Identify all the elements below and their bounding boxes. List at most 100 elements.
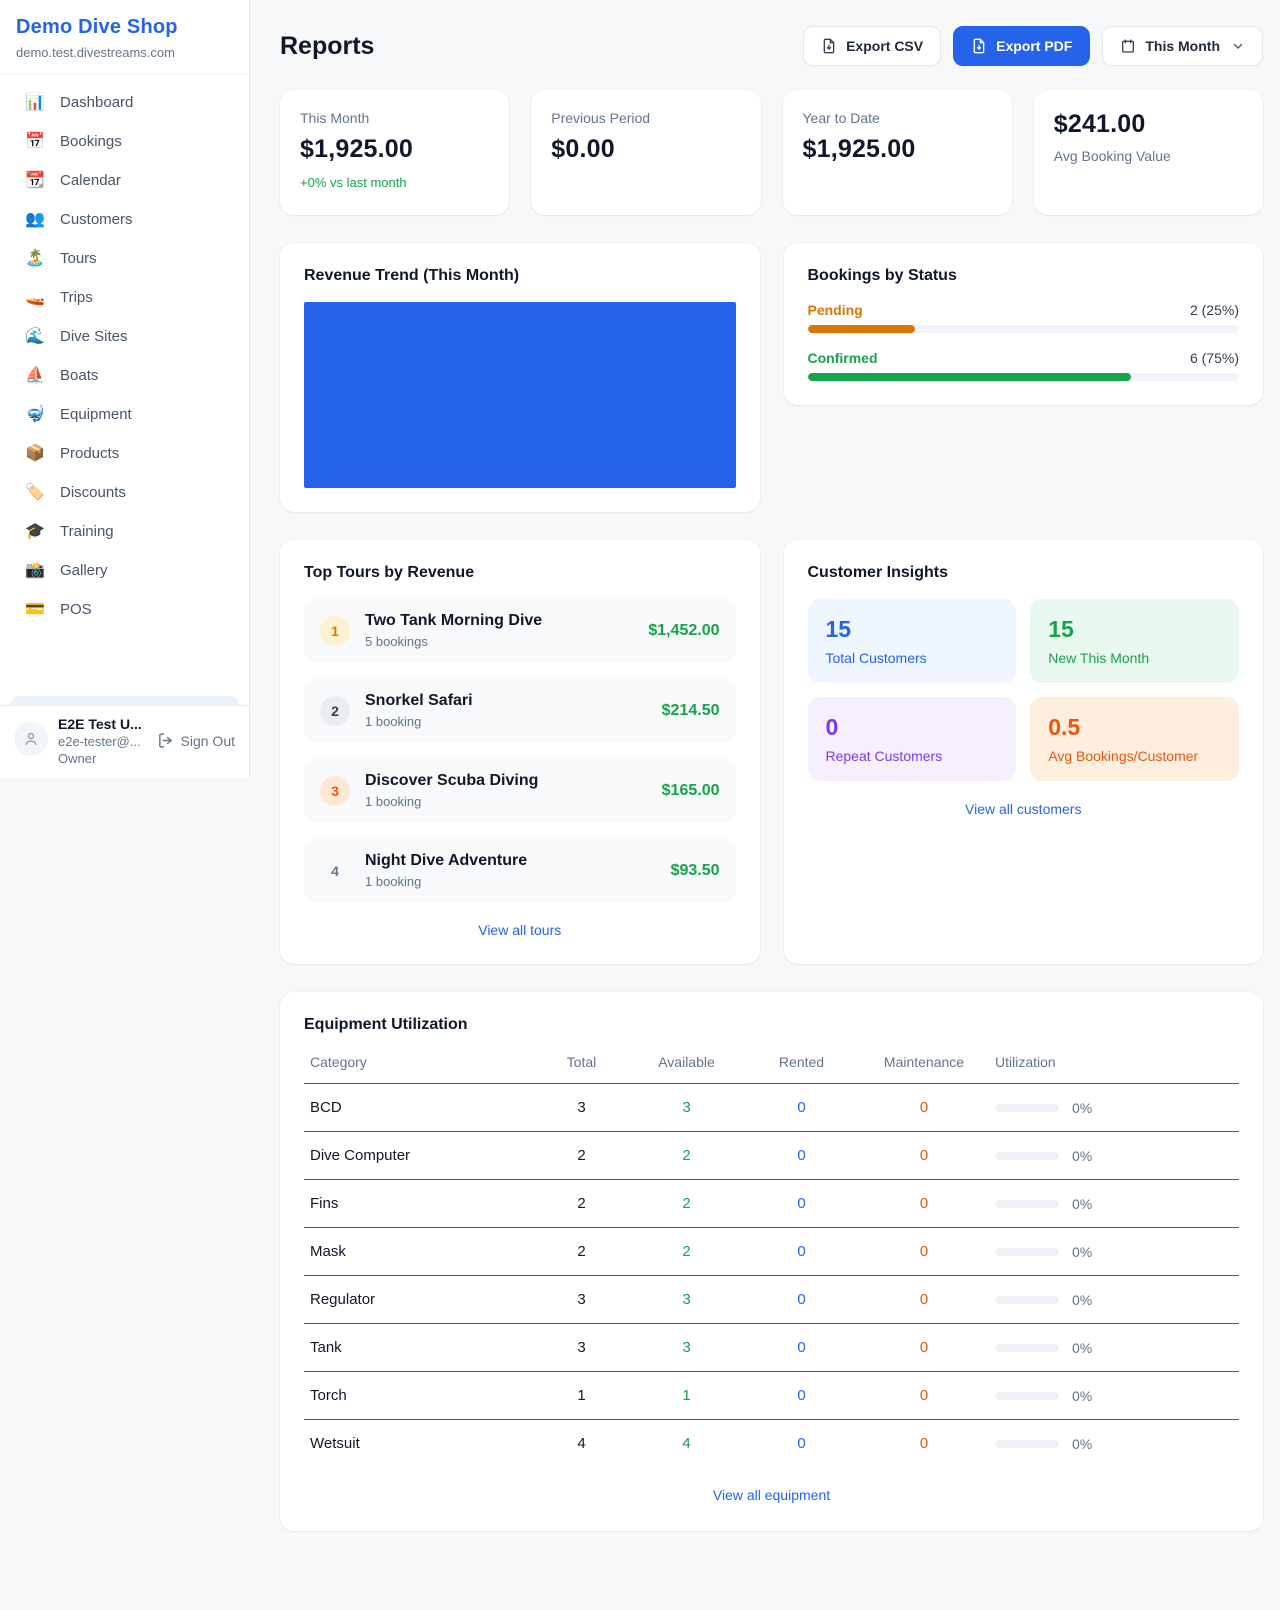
tour-bookings: 1 booking <box>365 794 538 809</box>
cell-available: 2 <box>629 1180 744 1228</box>
tag-icon: 🏷️ <box>24 485 46 501</box>
export-pdf-button[interactable]: Export PDF <box>953 26 1090 66</box>
sidebar-item[interactable]: 💳 POS <box>10 592 239 627</box>
insight-value: 0 <box>826 714 999 741</box>
cell-total: 2 <box>534 1132 629 1180</box>
utilization-cell: 0% <box>995 1388 1233 1404</box>
cell-maintenance: 0 <box>859 1324 989 1372</box>
chevron-down-icon <box>1231 39 1245 53</box>
cell-rented: 0 <box>744 1276 859 1324</box>
cell-maintenance: 0 <box>859 1228 989 1276</box>
table-row: Dive Computer 2 2 0 0 0% <box>304 1132 1239 1180</box>
cell-total: 3 <box>534 1084 629 1132</box>
view-all-tours-link[interactable]: View all tours <box>478 922 561 938</box>
utilization-bar-track <box>995 1248 1059 1256</box>
sidebar-item[interactable]: 📆 Calendar <box>10 163 239 198</box>
status-label: Pending <box>808 302 863 318</box>
main-content: Reports Export CSV Export <box>250 0 1280 1610</box>
stat-label: Avg Booking Value <box>1054 148 1243 164</box>
view-all-equipment-link[interactable]: View all equipment <box>713 1487 830 1503</box>
cell-category: Wetsuit <box>304 1420 534 1468</box>
cell-rented: 0 <box>744 1372 859 1420</box>
bookings-by-status-card: Bookings by Status Pending 2 (25%) <box>784 243 1264 405</box>
tour-name: Night Dive Adventure <box>365 852 527 870</box>
status-bar-fill <box>808 325 916 333</box>
tour-amount: $214.50 <box>662 702 720 720</box>
stat-value: $0.00 <box>551 135 740 164</box>
sidebar-item[interactable]: 🤿 Equipment <box>10 397 239 432</box>
cell-total: 3 <box>534 1324 629 1372</box>
sidebar: Demo Dive Shop demo.test.divestreams.com… <box>0 0 250 778</box>
user-email: e2e-tester@... <box>58 734 142 749</box>
sidebar-item-active-partial[interactable] <box>10 696 239 705</box>
sidebar-item[interactable]: 📦 Products <box>10 436 239 471</box>
utilization-cell: 0% <box>995 1244 1233 1260</box>
sidebar-item[interactable]: 📊 Dashboard <box>10 85 239 120</box>
cell-category: Fins <box>304 1180 534 1228</box>
sidebar-item[interactable]: 🎓 Training <box>10 514 239 549</box>
revenue-trend-title: Revenue Trend (This Month) <box>304 267 736 285</box>
table-header-row: Category Total Available Rented Maintena… <box>304 1044 1239 1084</box>
sidebar-item-label: Bookings <box>60 133 122 150</box>
equipment-utilization-title: Equipment Utilization <box>304 1016 1239 1034</box>
sidebar-item[interactable]: 📅 Bookings <box>10 124 239 159</box>
tour-amount: $1,452.00 <box>648 622 719 640</box>
sidebar-item[interactable]: 📸 Gallery <box>10 553 239 588</box>
wave-icon: 🌊 <box>24 329 46 345</box>
sidebar-nav: 📊 Dashboard 📅 Bookings 📆 Calendar 👥 Cust… <box>0 75 249 696</box>
bar-chart-icon: 📊 <box>24 95 46 111</box>
table-row: Mask 2 2 0 0 0% <box>304 1228 1239 1276</box>
equipment-table: Category Total Available Rented Maintena… <box>304 1044 1239 1467</box>
sidebar-item[interactable]: ⛵ Boats <box>10 358 239 393</box>
cell-category: Torch <box>304 1372 534 1420</box>
sign-out-button[interactable]: Sign Out <box>157 732 235 749</box>
period-dropdown[interactable]: This Month <box>1102 26 1263 66</box>
col-rented: Rented <box>744 1044 859 1084</box>
calendar-icon: 📆 <box>24 173 46 189</box>
utilization-cell: 0% <box>995 1436 1233 1452</box>
export-csv-button[interactable]: Export CSV <box>803 26 941 66</box>
table-row: BCD 3 3 0 0 0% <box>304 1084 1239 1132</box>
insight-value: 15 <box>1048 616 1221 643</box>
insight-tile: 0.5 Avg Bookings/Customer <box>1030 697 1239 781</box>
col-maintenance: Maintenance <box>859 1044 989 1084</box>
stat-value: $1,925.00 <box>300 135 489 164</box>
revenue-trend-chart <box>304 302 736 488</box>
cell-category: Tank <box>304 1324 534 1372</box>
equipment-utilization-card: Equipment Utilization Category Total Ava… <box>280 992 1263 1531</box>
sidebar-item[interactable]: 🚤 Trips <box>10 280 239 315</box>
stats-row: This Month $1,925.00 +0% vs last month P… <box>280 90 1263 215</box>
utilization-bar-track <box>995 1104 1059 1112</box>
table-row: Wetsuit 4 4 0 0 0% <box>304 1420 1239 1468</box>
sidebar-item[interactable]: 🏷️ Discounts <box>10 475 239 510</box>
utilization-percent: 0% <box>1072 1388 1092 1404</box>
table-row: Regulator 3 3 0 0 0% <box>304 1276 1239 1324</box>
top-tours-card: Top Tours by Revenue 1 Two Tank Morning … <box>280 540 760 964</box>
col-total: Total <box>534 1044 629 1084</box>
col-available: Available <box>629 1044 744 1084</box>
insight-value: 0.5 <box>1048 714 1221 741</box>
utilization-cell: 0% <box>995 1196 1233 1212</box>
tour-bookings: 1 booking <box>365 874 527 889</box>
diving-mask-icon: 🤿 <box>24 407 46 423</box>
avatar <box>14 722 48 756</box>
customer-insights-title: Customer Insights <box>808 564 1240 582</box>
sidebar-item-label: Products <box>60 445 119 462</box>
sidebar-item[interactable]: 🌊 Dive Sites <box>10 319 239 354</box>
view-all-customers-link[interactable]: View all customers <box>965 801 1081 817</box>
stat-card: Avg Booking Value $241.00 <box>1034 90 1263 215</box>
sign-out-label: Sign Out <box>181 733 235 749</box>
col-utilization: Utilization <box>989 1044 1239 1084</box>
utilization-percent: 0% <box>1072 1244 1092 1260</box>
sidebar-item[interactable]: 👥 Customers <box>10 202 239 237</box>
cell-rented: 0 <box>744 1180 859 1228</box>
cell-available: 1 <box>629 1372 744 1420</box>
rank-badge: 4 <box>320 856 350 886</box>
top-tours-title: Top Tours by Revenue <box>304 564 736 582</box>
cell-total: 1 <box>534 1372 629 1420</box>
utilization-bar-track <box>995 1152 1059 1160</box>
sidebar-item[interactable]: 🏝️ Tours <box>10 241 239 276</box>
stat-card: Previous Period $0.00 <box>531 90 760 215</box>
stat-card: This Month $1,925.00 +0% vs last month <box>280 90 509 215</box>
status-count: 6 (75%) <box>1190 350 1239 366</box>
